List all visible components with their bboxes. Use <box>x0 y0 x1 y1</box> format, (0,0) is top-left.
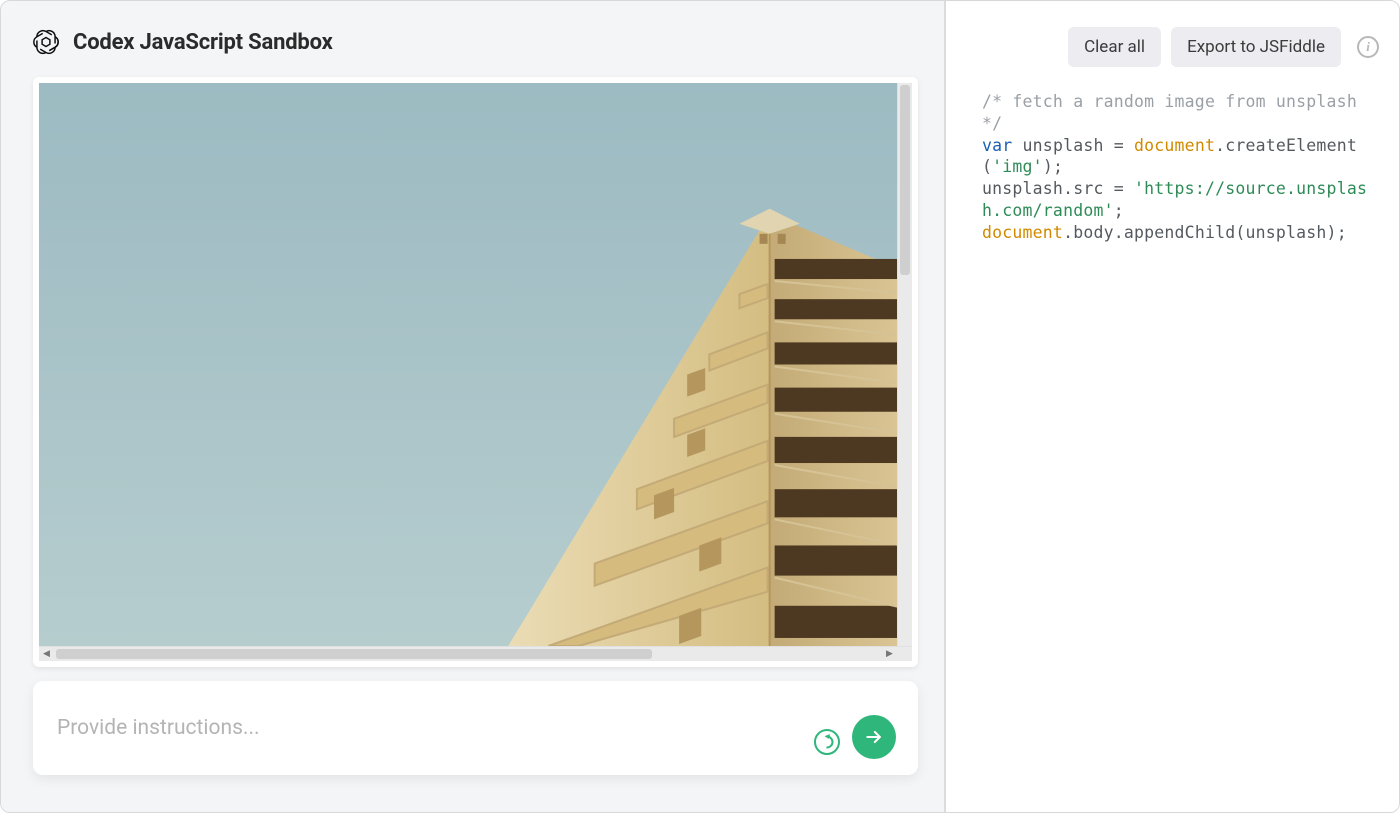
code-line: /* fetch a random image from unsplash */ <box>982 91 1379 135</box>
info-icon[interactable]: i <box>1357 36 1379 58</box>
left-panel: Codex JavaScript Sandbox <box>1 1 944 812</box>
preview-viewport <box>39 83 912 646</box>
code-line: unsplash.src = 'https://source.unsplash.… <box>982 178 1379 222</box>
app-frame: Codex JavaScript Sandbox <box>0 0 1400 813</box>
preview-vertical-scrollbar[interactable] <box>897 83 912 646</box>
preview-image <box>39 83 897 646</box>
scroll-thumb[interactable] <box>900 85 910 275</box>
instruction-input[interactable] <box>55 715 802 741</box>
preview-horizontal-scrollbar[interactable]: ◀ ▶ <box>39 646 912 661</box>
openai-logo-icon <box>31 27 61 57</box>
right-header: Clear all Export to JSFiddle i <box>946 1 1399 81</box>
scroll-right-arrow-icon[interactable]: ▶ <box>882 647 897 661</box>
clear-all-button[interactable]: Clear all <box>1068 27 1161 67</box>
export-jsfiddle-button[interactable]: Export to JSFiddle <box>1171 27 1341 67</box>
app-title: Codex JavaScript Sandbox <box>73 30 333 55</box>
code-line: document.body.appendChild(unsplash); <box>982 222 1379 244</box>
preview-card: ◀ ▶ <box>33 77 918 667</box>
scroll-corner <box>897 647 912 661</box>
send-button[interactable] <box>852 715 896 759</box>
left-header: Codex JavaScript Sandbox <box>1 1 944 77</box>
code-line: var unsplash = document.createElement('i… <box>982 135 1379 179</box>
prompt-card <box>33 681 918 775</box>
code-output[interactable]: /* fetch a random image from unsplash */… <box>946 81 1399 812</box>
grammarly-icon[interactable] <box>814 729 840 755</box>
right-panel: Clear all Export to JSFiddle i /* fetch … <box>944 1 1399 812</box>
scroll-thumb[interactable] <box>56 649 652 659</box>
scroll-track[interactable] <box>54 647 882 661</box>
scroll-left-arrow-icon[interactable]: ◀ <box>39 647 54 661</box>
